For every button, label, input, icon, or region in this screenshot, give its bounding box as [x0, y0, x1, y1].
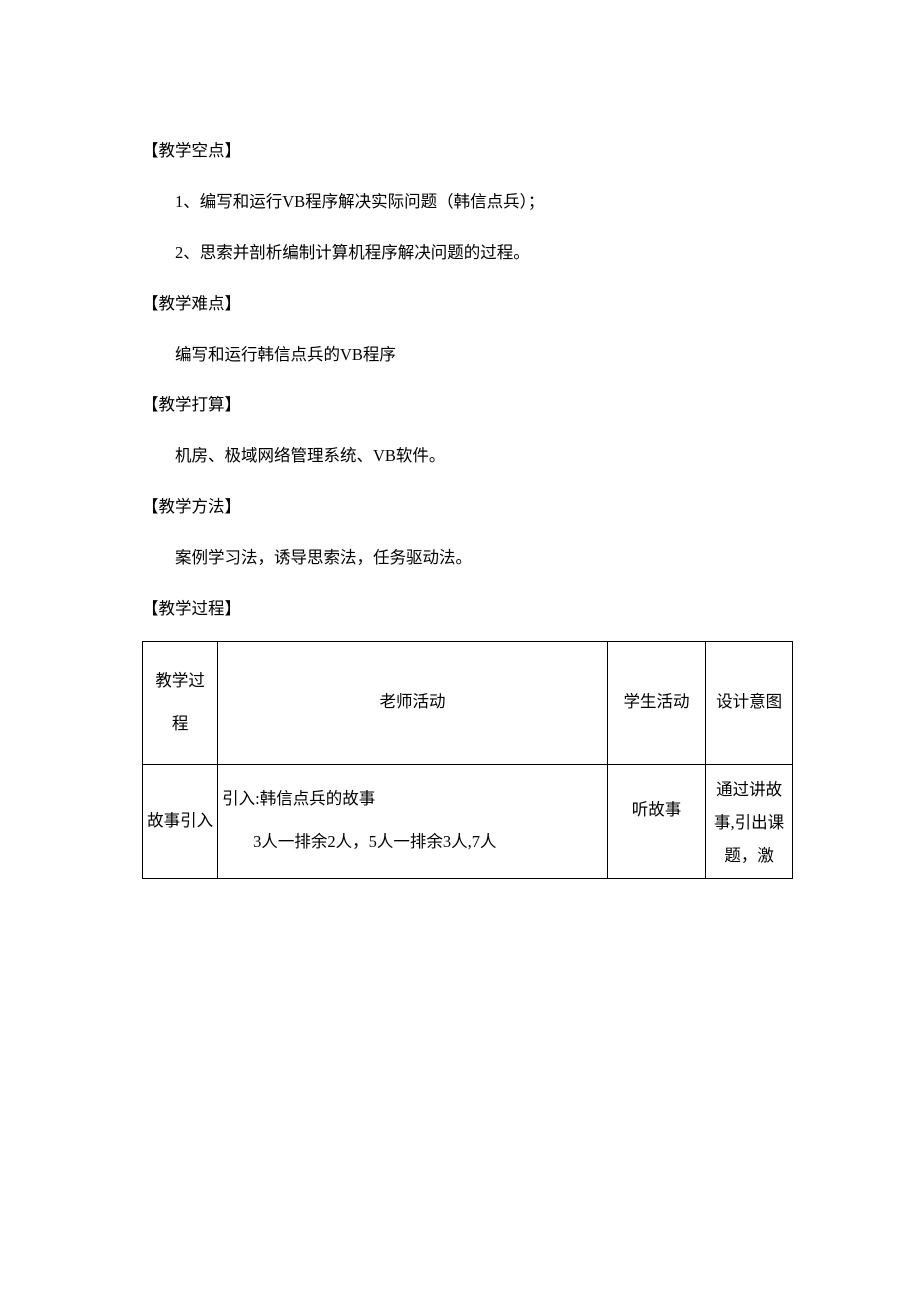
- prep-body: 机房、极域网络管理系统、VB软件。: [142, 435, 778, 478]
- difficulty-body: 编写和运行韩信点兵的VB程序: [142, 334, 778, 377]
- heading-key-points: 【教学空点】: [142, 130, 778, 173]
- th-intent: 设计意图: [706, 641, 793, 764]
- cell-student-1: 听故事: [607, 764, 705, 878]
- teacher-line-2: 3人一排余2人，5人一排余3人,7人: [220, 821, 601, 864]
- th-student: 学生活动: [607, 641, 705, 764]
- cell-process-1: 故事引入: [143, 764, 218, 878]
- section-prep: 【教学打算】 机房、极域网络管理系统、VB软件。: [142, 384, 778, 478]
- document-page: 【教学空点】 1、编写和运行VB程序解决实际问题（韩信点兵）； 2、思索并剖析编…: [0, 0, 920, 879]
- th-process: 教学过程: [143, 641, 218, 764]
- th-teacher: 老师活动: [218, 641, 608, 764]
- heading-prep: 【教学打算】: [142, 384, 778, 427]
- heading-process: 【教学过程】: [142, 588, 778, 631]
- key-point-2: 2、思索并剖析编制计算机程序解决问题的过程。: [142, 232, 778, 275]
- teacher-line-1: 引入:韩信点兵的故事: [220, 789, 375, 808]
- cell-teacher-1: 引入:韩信点兵的故事 3人一排余2人，5人一排余3人,7人: [218, 764, 608, 878]
- section-difficulty: 【教学难点】 编写和运行韩信点兵的VB程序: [142, 283, 778, 377]
- key-point-1: 1、编写和运行VB程序解决实际问题（韩信点兵）；: [142, 181, 778, 224]
- section-process: 【教学过程】 教学过程 老师活动 学生活动 设计意图 故事引入 引入:韩信点兵的…: [142, 588, 778, 879]
- heading-method: 【教学方法】: [142, 486, 778, 529]
- cell-intent-1: 通过讲故事,引出课题，激: [706, 764, 793, 878]
- method-body: 案例学习法，诱导思索法，任务驱动法。: [142, 537, 778, 580]
- process-table: 教学过程 老师活动 学生活动 设计意图 故事引入 引入:韩信点兵的故事 3人一排…: [142, 641, 793, 879]
- heading-difficulty: 【教学难点】: [142, 283, 778, 326]
- table-header-row: 教学过程 老师活动 学生活动 设计意图: [143, 641, 793, 764]
- section-method: 【教学方法】 案例学习法，诱导思索法，任务驱动法。: [142, 486, 778, 580]
- table-row: 故事引入 引入:韩信点兵的故事 3人一排余2人，5人一排余3人,7人 听故事 通…: [143, 764, 793, 878]
- section-key-points: 【教学空点】 1、编写和运行VB程序解决实际问题（韩信点兵）； 2、思索并剖析编…: [142, 130, 778, 275]
